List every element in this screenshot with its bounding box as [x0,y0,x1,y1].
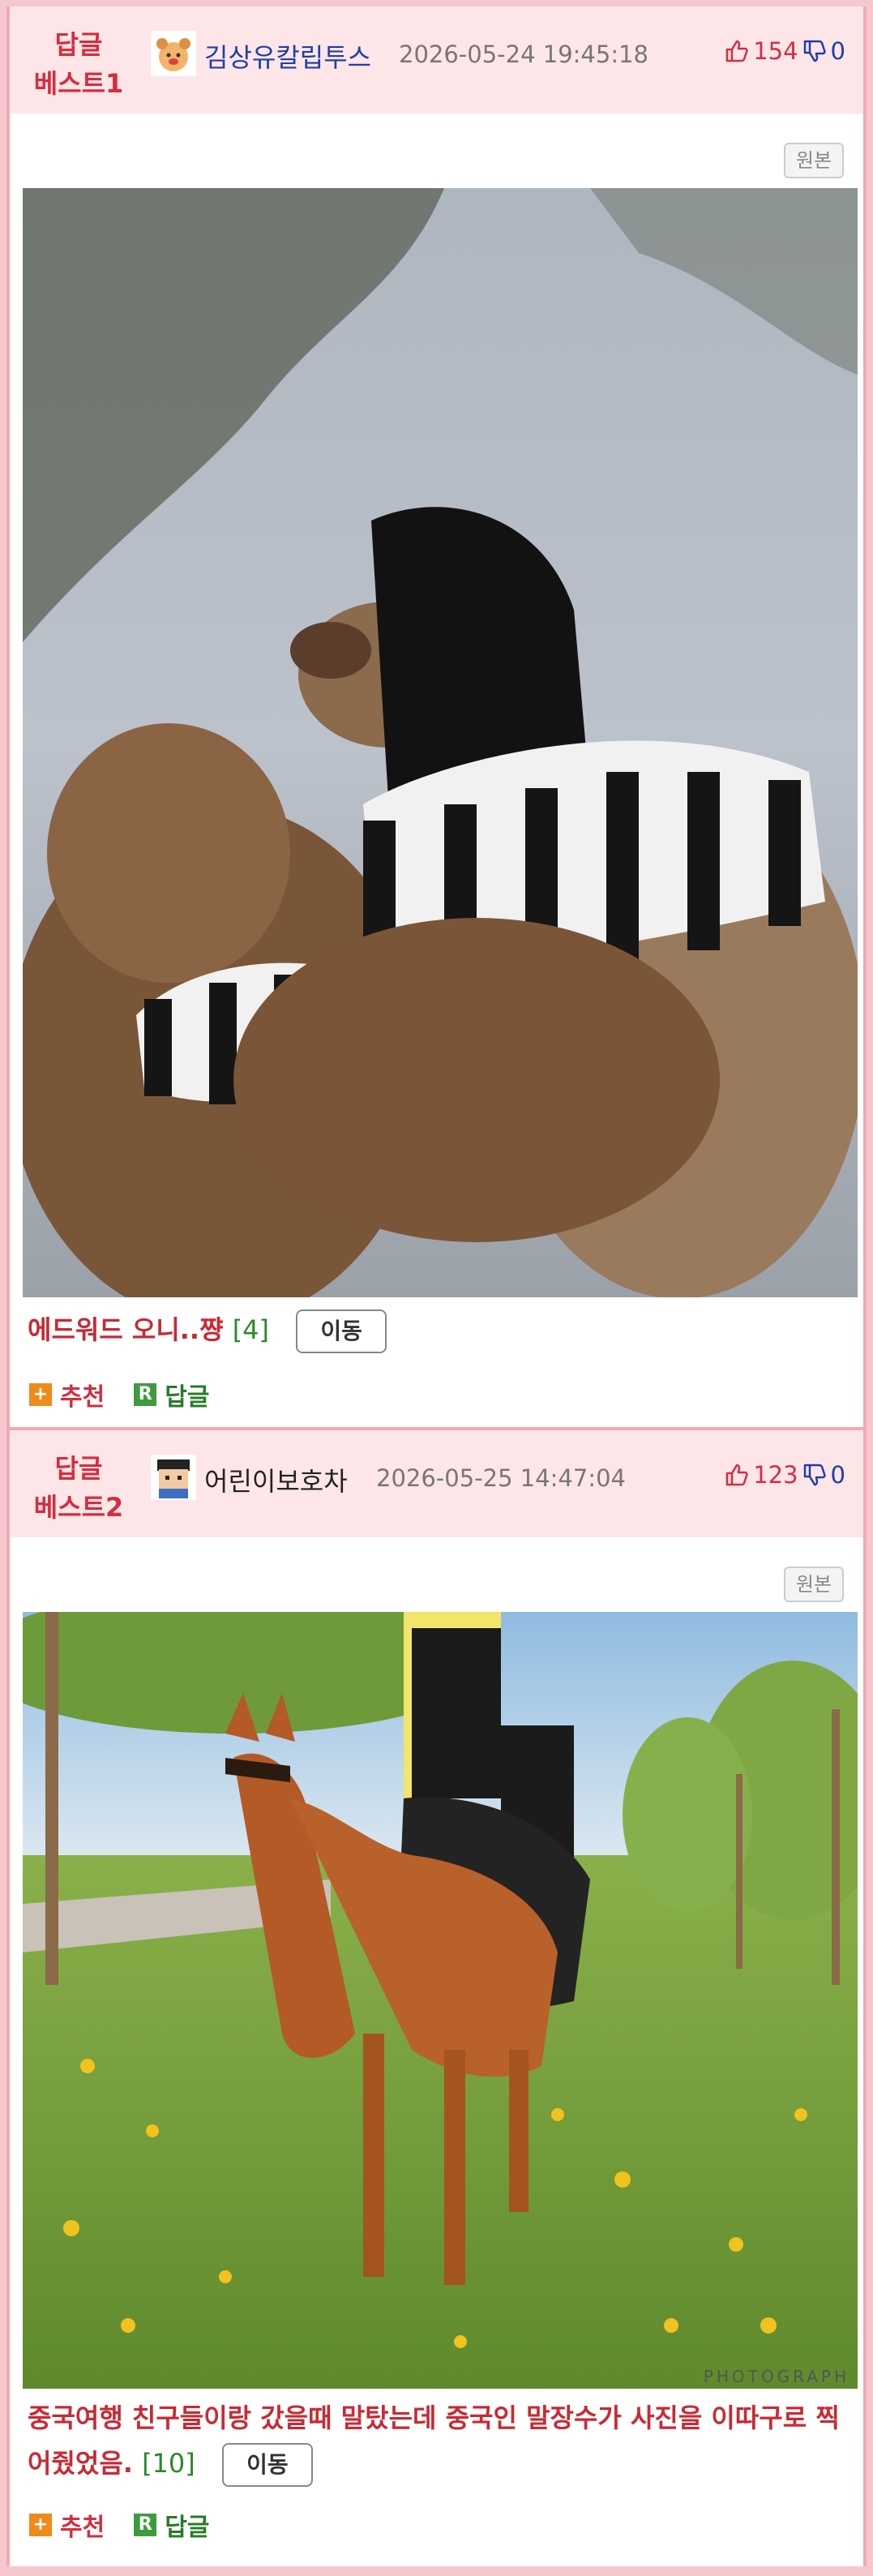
reply-button[interactable]: R 답글 [134,1377,209,1412]
reply-icon: R [134,2514,157,2536]
bottom-border [0,2566,873,2576]
thumbs-down-icon[interactable] [802,38,828,64]
original-button[interactable]: 원본 [784,143,844,178]
post-title: 에드워드 오니..쨩 [4] 이동 [28,1307,854,1353]
post-list: 답글 베스트1 김상유칼립투스 2026-05-24 19:45:18 154 [6,6,867,2570]
thumbs-up-icon[interactable] [724,38,750,64]
downvote-count: 0 [830,37,845,65]
comment-count[interactable]: [10] [142,2448,195,2479]
post-header: 답글 베스트1 김상유칼립투스 2026-05-24 19:45:18 154 [10,6,863,114]
reply-label: 답글 [165,1383,210,1412]
author-name[interactable]: 김상유칼립투스 [204,37,371,75]
recommend-label: 추천 [60,2514,105,2542]
post-image[interactable] [23,188,858,1297]
upvote-count: 154 [753,37,798,65]
post-title-text[interactable]: 에드워드 오니..쨩 [28,1314,224,1345]
girl-with-dogs-photo [23,188,858,1297]
plus-icon: + [29,1383,52,1406]
post-date: 2026-05-24 19:45:18 [399,41,648,68]
move-button[interactable]: 이동 [296,1309,387,1353]
recommend-button[interactable]: + 추천 [29,1377,105,1412]
post-header: 답글 베스트2 어린이보호차 2026-05-25 14:47:04 123 0 [10,1430,863,1537]
downvote-count: 0 [830,1461,845,1489]
best-label-top: 답글 [54,29,103,60]
plus-icon: + [29,2514,52,2536]
best-label-top: 답글 [54,1453,103,1484]
bear-avatar-icon[interactable] [151,31,196,76]
author-name[interactable]: 어린이보호차 [204,1461,348,1498]
recommend-label: 추천 [60,1383,105,1412]
post-item: 답글 베스트2 어린이보호차 2026-05-25 14:47:04 123 0… [10,1430,863,2570]
reply-icon: R [134,1383,157,1406]
photo-watermark: PHOTOGRAPH [704,2367,849,2386]
horse-riding-photo: PHOTOGRAPH [23,1612,858,2389]
post-image[interactable]: PHOTOGRAPH [23,1612,858,2389]
vote-counter: 123 0 [724,1461,845,1489]
comment-count[interactable]: [4] [233,1314,269,1345]
post-date: 2026-05-25 14:47:04 [376,1464,626,1492]
original-button[interactable]: 원본 [784,1567,844,1602]
best-label-rank: 베스트1 [33,68,124,99]
recommend-button[interactable]: + 추천 [29,2507,105,2543]
post-item: 답글 베스트1 김상유칼립투스 2026-05-24 19:45:18 154 [10,6,863,1417]
thumbs-up-icon[interactable] [724,1462,750,1488]
reply-button[interactable]: R 답글 [134,2507,209,2543]
pixel-boy-avatar-icon[interactable] [151,1455,196,1500]
best-label-rank: 베스트2 [33,1492,124,1523]
post-actions: + 추천 R 답글 [29,2507,238,2543]
move-button[interactable]: 이동 [221,2443,313,2487]
post-title: 중국여행 친구들이랑 갔을때 말탔는데 중국인 말장수가 사진을 이따구로 찍어… [28,2395,854,2487]
vote-counter: 154 0 [724,37,845,65]
reply-label: 답글 [165,2514,210,2542]
post-actions: + 추천 R 답글 [29,1377,238,1412]
upvote-count: 123 [753,1461,798,1489]
thumbs-down-icon[interactable] [802,1462,828,1488]
